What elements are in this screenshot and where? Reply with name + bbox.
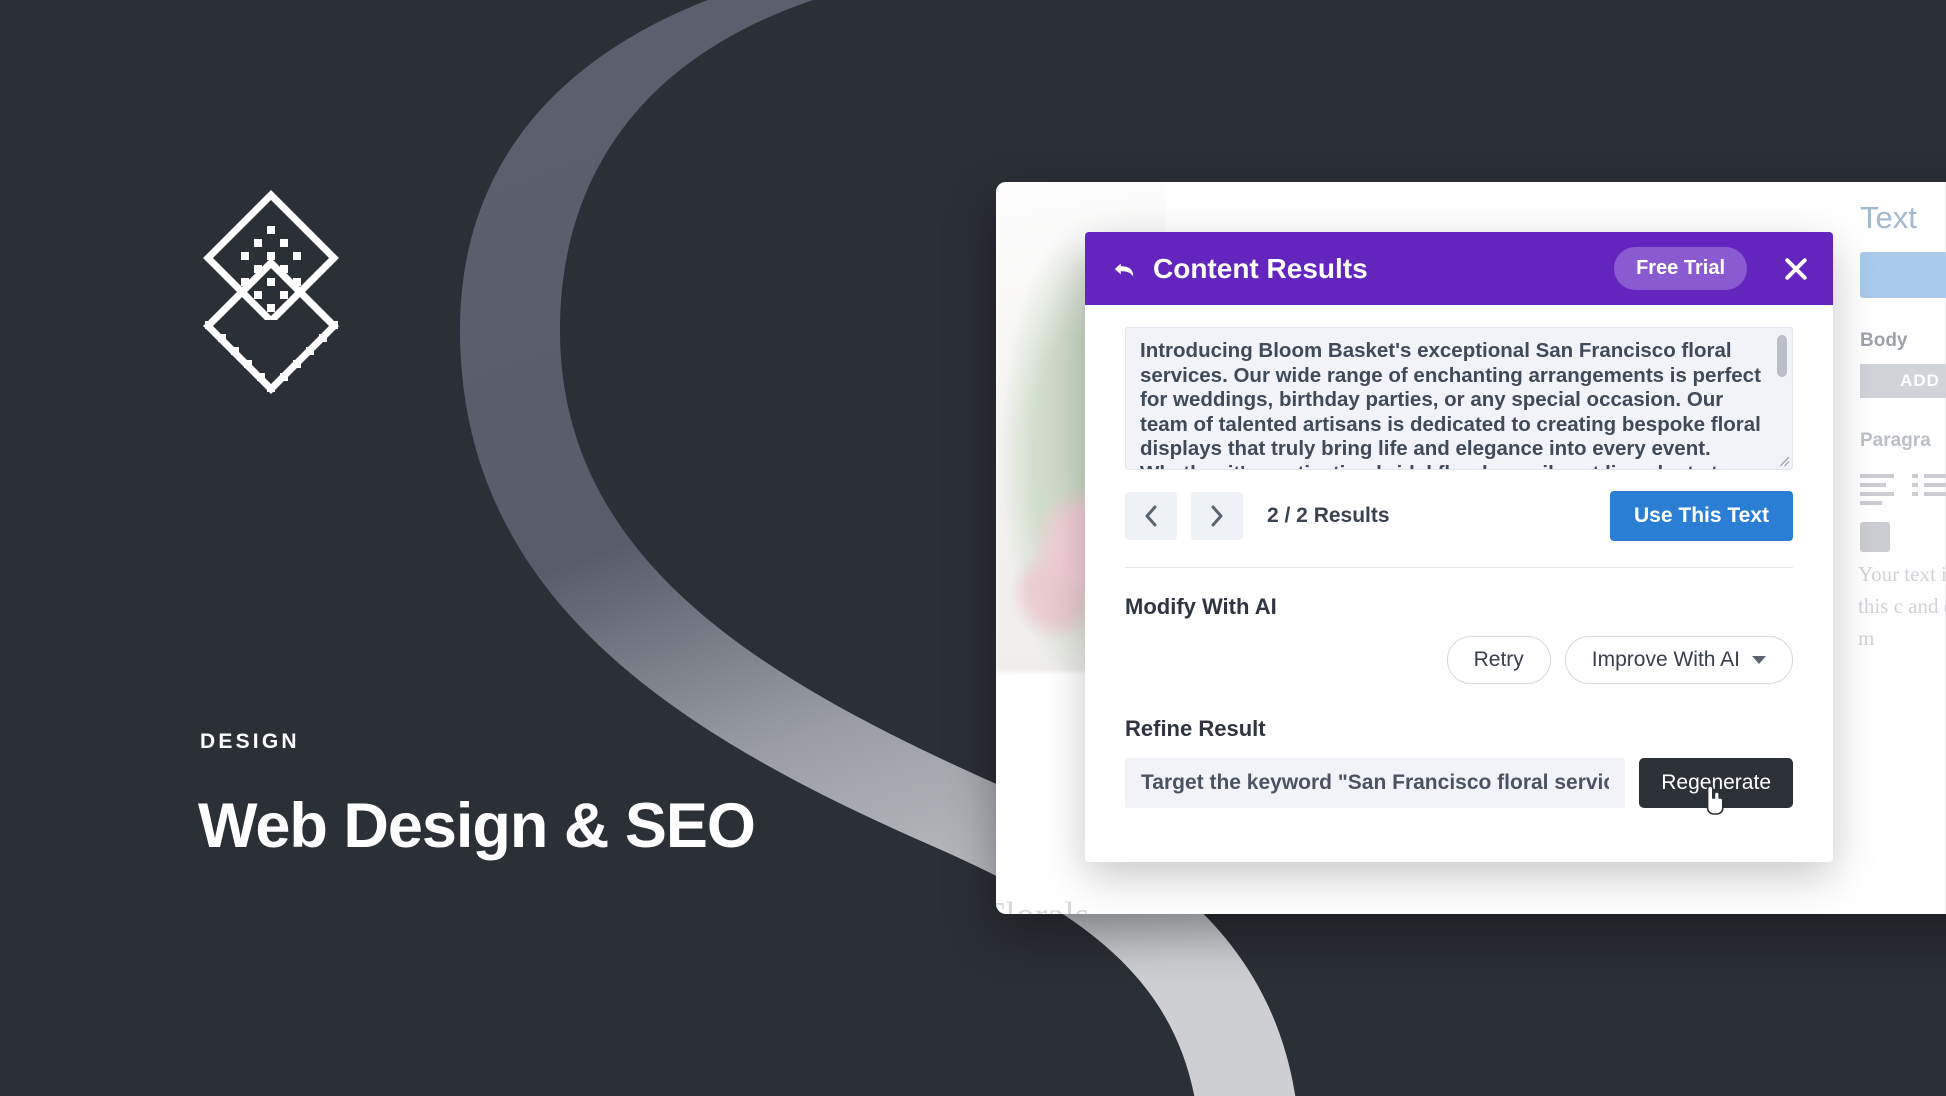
divider [1125, 567, 1793, 568]
color-swatch[interactable] [1860, 252, 1946, 298]
refine-result-label: Refine Result [1125, 716, 1266, 741]
results-nav-row: 2 / 2 Results Use This Text [1125, 491, 1793, 541]
generated-text-box[interactable]: Introducing Bloom Basket's exceptional S… [1125, 327, 1793, 470]
modify-actions-row: Retry Improve With AI [1125, 636, 1793, 684]
use-this-text-button[interactable]: Use This Text [1610, 491, 1793, 541]
toolbar-icons[interactable] [1860, 470, 1946, 556]
results-count: 2 / 2 Results [1267, 504, 1390, 527]
layered-diamond-logo [196, 185, 346, 400]
refine-row: Regenerate [1125, 758, 1793, 815]
improve-with-ai-button[interactable]: Improve With AI [1564, 636, 1793, 684]
promo-eyebrow: DESIGN [200, 730, 300, 753]
pointer-hand-cursor [1707, 785, 1724, 815]
modal-body: Introducing Bloom Basket's exceptional S… [1085, 305, 1833, 815]
scrollbar-thumb[interactable] [1777, 335, 1787, 377]
chevron-left-icon [1145, 505, 1157, 527]
resize-grip-icon[interactable] [1777, 454, 1790, 467]
close-icon[interactable] [1781, 254, 1811, 284]
text-settings-panel: Text Body ADD Paragra Your text i settin… [1846, 182, 1946, 914]
chevron-down-icon [1752, 656, 1766, 664]
chevron-right-icon [1211, 505, 1223, 527]
refine-input[interactable] [1125, 758, 1626, 808]
side-panel-title: Text [1860, 200, 1917, 235]
modal-header: Content Results Free Trial [1085, 232, 1833, 305]
background-heading: Florals [996, 894, 1090, 914]
add-button[interactable]: ADD [1860, 364, 1946, 398]
previous-result-button[interactable] [1125, 492, 1177, 540]
promo-panel: DESIGN Web Design & SEO [0, 0, 900, 1096]
back-arrow-icon[interactable] [1111, 256, 1137, 282]
content-results-modal: Content Results Free Trial Introducing B… [1085, 232, 1833, 862]
paragraph-label: Paragra [1860, 430, 1931, 451]
retry-label: Retry [1473, 648, 1524, 671]
modal-title: Content Results [1153, 252, 1368, 284]
page-title: Web Design & SEO [198, 791, 756, 861]
improve-with-ai-label: Improve With AI [1591, 648, 1740, 671]
regenerate-button[interactable]: Regenerate [1639, 758, 1793, 815]
paragraph-toolbar [1860, 470, 1946, 561]
generated-text: Introducing Bloom Basket's exceptional S… [1140, 339, 1761, 469]
next-result-button[interactable] [1191, 492, 1243, 540]
free-trial-badge[interactable]: Free Trial [1614, 247, 1747, 290]
body-preview-text: Your text i settin this c and e the m [1858, 562, 1946, 650]
body-label: Body [1860, 330, 1908, 351]
retry-button[interactable]: Retry [1446, 636, 1551, 684]
modify-with-ai-label: Modify With AI [1125, 594, 1277, 619]
